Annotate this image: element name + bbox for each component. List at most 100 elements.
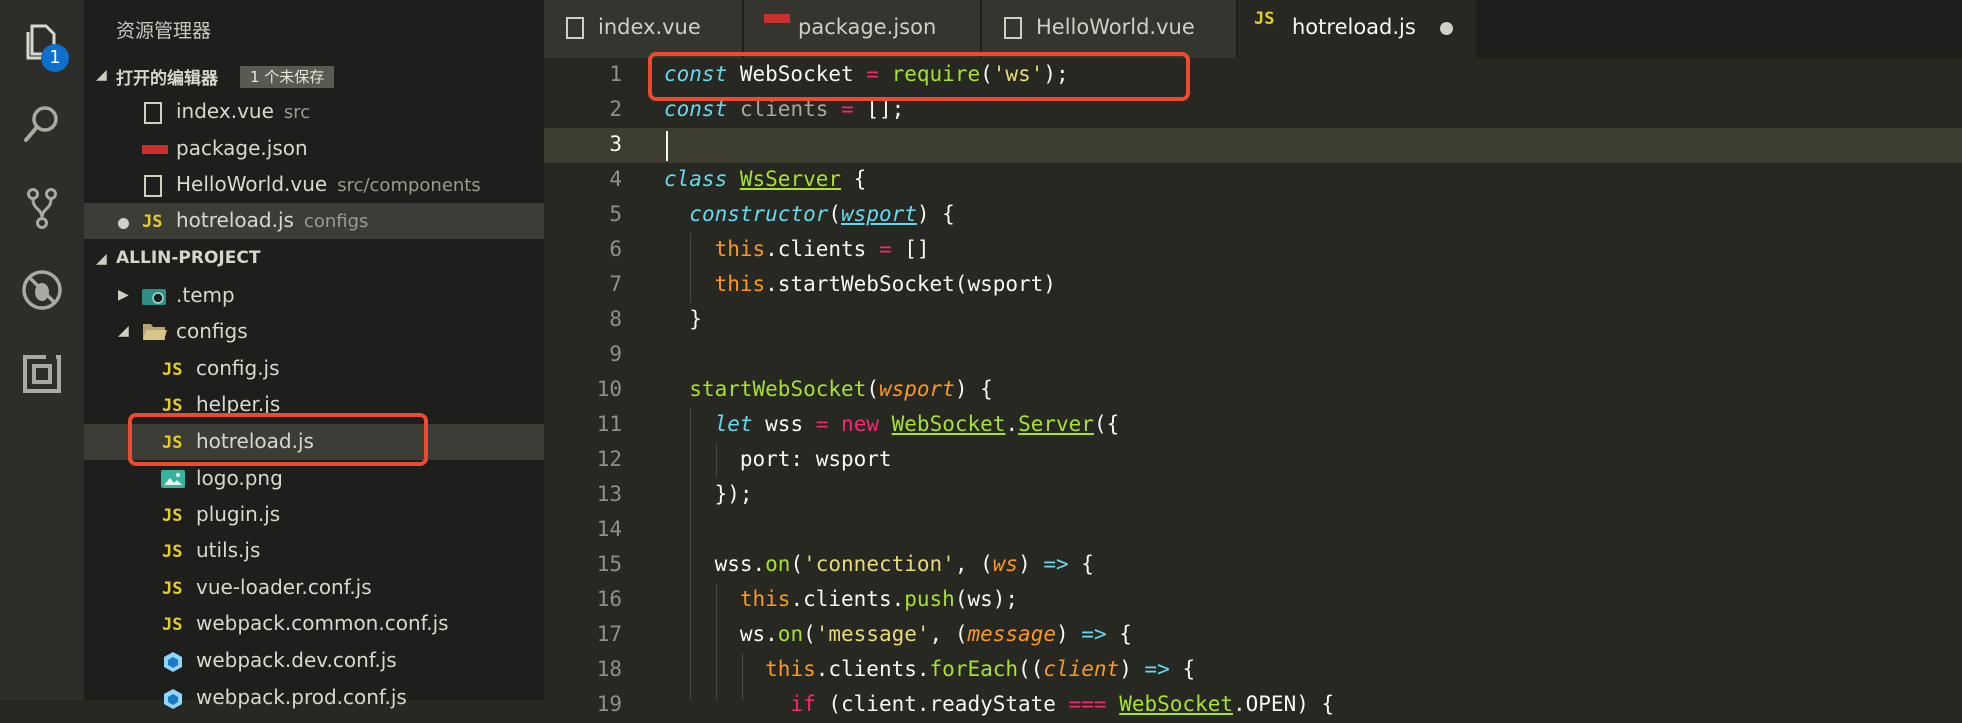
extensions-icon[interactable] [20, 352, 64, 396]
tree-file[interactable]: logo.png [84, 461, 544, 497]
line-number: 17 [596, 622, 622, 646]
code-line: 6 this.clients = [] [544, 233, 1962, 268]
line-number: 18 [596, 657, 622, 681]
tab-helloworld-vue[interactable]: HelloWorld.vue [982, 0, 1236, 58]
js-icon: JS [1254, 9, 1275, 29]
vue-file-icon [1004, 17, 1022, 39]
code-text: this.clients.forEach((client) => { [765, 657, 1196, 681]
activity-bar: 1 [0, 0, 84, 700]
open-editor-item-active[interactable]: JS hotreload.js configs [84, 203, 544, 239]
line-number: 11 [596, 412, 622, 436]
code-line: 5 constructor(wsport) { [544, 198, 1962, 233]
webpack-icon [164, 689, 182, 709]
explorer-title: 资源管理器 [116, 20, 212, 42]
code-line: 15 wss.on('connection', (ws) => { [544, 548, 1962, 583]
open-editor-path: src [283, 102, 311, 123]
code-text: this.clients = [] [714, 237, 930, 261]
line-number: 1 [609, 62, 622, 86]
tree-item-label: vue-loader.conf.js [196, 575, 372, 599]
explorer-badge: 1 [41, 44, 69, 72]
tree-file[interactable]: JS plugin.js [84, 497, 544, 533]
source-control-icon[interactable] [20, 186, 64, 230]
tree-item-label: webpack.dev.conf.js [196, 648, 397, 672]
tree-item-label: config.js [196, 356, 280, 380]
line-number: 7 [609, 272, 622, 296]
code-editor[interactable]: 1 const WebSocket = require('ws'); 2 con… [544, 58, 1962, 716]
debug-icon[interactable] [20, 268, 64, 312]
highlight-annotation [128, 413, 428, 466]
project-header[interactable]: ◢ ALLIN-PROJECT [84, 242, 544, 276]
open-editor-name: package.json [176, 136, 308, 160]
tree-file[interactable]: JS utils.js [84, 533, 544, 569]
code-text: wss.on('connection', (ws) => { [664, 552, 1094, 576]
open-editor-name: index.vue [176, 99, 274, 123]
tree-item-label: configs [176, 319, 248, 343]
js-icon: JS [142, 212, 163, 232]
tree-file[interactable]: JS webpack.common.conf.js [84, 606, 544, 642]
text-cursor [666, 131, 668, 161]
tab-hotreload-js[interactable]: JS hotreload.js [1238, 0, 1476, 58]
tree-file[interactable]: webpack.dev.conf.js [84, 643, 544, 679]
code-line: 16 this.clients.push(ws); [544, 583, 1962, 618]
image-file-icon [161, 470, 185, 488]
line-number: 12 [596, 447, 622, 471]
line-number: 5 [609, 202, 622, 226]
code-line: 18 this.clients.forEach((client) => { [544, 653, 1962, 688]
tree-folder[interactable]: ▶ .temp [84, 278, 544, 314]
code-line: 19 if (client.readyState === WebSocket.O… [544, 688, 1962, 723]
tree-item-label: .temp [176, 283, 235, 307]
tree-folder[interactable]: ◢ configs [84, 314, 544, 350]
vue-file-icon [144, 102, 162, 124]
indent-guide [742, 653, 743, 700]
tab-package-json[interactable]: package.json [744, 0, 980, 58]
unsaved-dot-icon [118, 218, 129, 229]
code-text: class WsServer { [664, 167, 867, 191]
npm-icon [764, 14, 790, 23]
line-number: 3 [609, 132, 622, 156]
code-line: 11 let wss = new WebSocket.Server({ [544, 408, 1962, 443]
code-line: 14 [544, 513, 1962, 548]
search-icon[interactable] [20, 102, 64, 146]
webpack-icon [164, 652, 182, 672]
js-icon: JS [162, 542, 183, 562]
code-line: 8 } [544, 303, 1962, 338]
tree-item-label: webpack.prod.conf.js [196, 685, 407, 709]
open-editor-item[interactable]: index.vue src [84, 94, 544, 130]
code-text: port: wsport [664, 447, 892, 471]
code-line: 13 }); [544, 478, 1962, 513]
code-text: ws.on('message', (message) => { [664, 622, 1132, 646]
line-number: 2 [609, 97, 622, 121]
js-icon: JS [162, 360, 183, 380]
folder-clock-icon [142, 289, 166, 305]
tree-item-label: utils.js [196, 538, 261, 562]
code-text: } [664, 307, 702, 331]
line-number: 8 [609, 307, 622, 331]
tab-index-vue[interactable]: index.vue [544, 0, 742, 58]
editor-tabs: index.vue package.json HelloWorld.vue JS… [544, 0, 1962, 58]
chevron-down-icon: ◢ [118, 323, 129, 339]
tree-item-label: logo.png [196, 466, 283, 490]
tree-item-label: webpack.common.conf.js [196, 611, 449, 635]
open-editor-item[interactable]: HelloWorld.vue src/components [84, 167, 544, 203]
line-number: 16 [596, 587, 622, 611]
indent-guide [716, 443, 717, 478]
open-editor-path: configs [303, 211, 369, 232]
open-editor-name: HelloWorld.vue [176, 172, 328, 196]
js-icon: JS [162, 615, 183, 635]
tree-item-label: plugin.js [196, 502, 281, 526]
unsaved-dot-icon[interactable] [1440, 22, 1453, 35]
tree-file[interactable]: JS config.js [84, 351, 544, 387]
code-text: let wss = new WebSocket.Server({ [714, 412, 1120, 436]
indent-guide [690, 408, 691, 700]
explorer-sidebar: 资源管理器 ◢ 打开的编辑器 1 个未保存 index.vue src packa… [84, 0, 544, 709]
code-text: if (client.readyState === WebSocket.OPEN… [790, 692, 1335, 716]
tree-file[interactable]: JS vue-loader.conf.js [84, 570, 544, 606]
npm-icon [142, 145, 168, 154]
highlight-annotation [648, 52, 1190, 101]
open-editor-item[interactable]: package.json [84, 131, 544, 167]
line-number: 14 [596, 517, 622, 541]
tree-file[interactable]: webpack.prod.conf.js [84, 680, 544, 716]
code-line-current: 3 [544, 128, 1962, 163]
folder-open-icon [143, 324, 167, 340]
open-editor-path: src/components [337, 175, 481, 196]
